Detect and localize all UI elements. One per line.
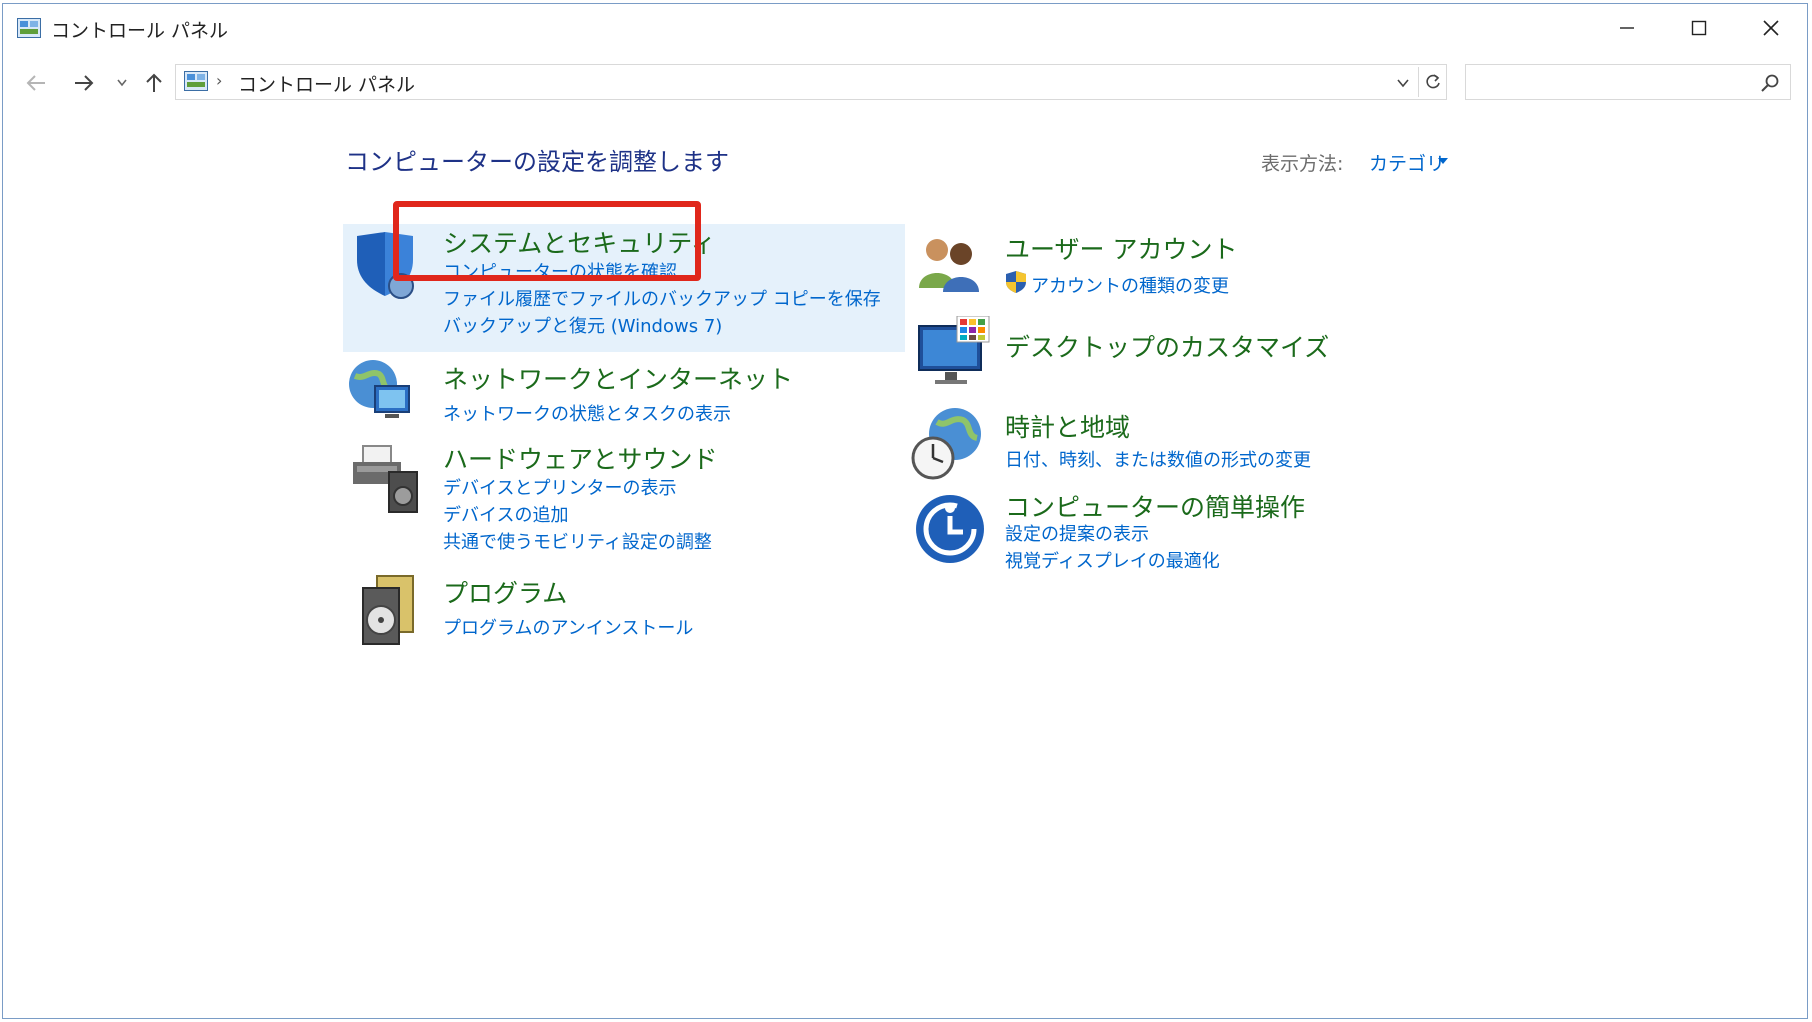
arrow-up-icon bbox=[146, 73, 162, 92]
category-title-clock-region[interactable]: 時計と地域 bbox=[1005, 408, 1130, 444]
page-heading: コンピューターの設定を調整します bbox=[345, 148, 729, 176]
category-title-user-accounts[interactable]: ユーザー アカウント bbox=[1005, 230, 1237, 266]
category-title-hardware-sound[interactable]: ハードウェアとサウンド bbox=[443, 440, 718, 476]
minimize-icon bbox=[1620, 27, 1634, 29]
printer-speaker-icon bbox=[353, 445, 418, 513]
view-by-label: 表示方法: bbox=[1261, 153, 1344, 175]
chevron-down-icon bbox=[1397, 79, 1409, 88]
category-title-desktop-customization[interactable]: デスクトップのカスタマイズ bbox=[1005, 328, 1329, 364]
link-devices-printers[interactable]: デバイスとプリンターの表示 bbox=[443, 474, 676, 500]
search-icon bbox=[1761, 74, 1779, 92]
back-button[interactable] bbox=[21, 68, 51, 98]
up-button[interactable] bbox=[139, 68, 169, 98]
link-optimize-visual-display[interactable]: 視覚ディスプレイの最適化 bbox=[1005, 547, 1220, 573]
users-icon bbox=[919, 239, 979, 292]
control-panel-window: コントロール パネル › コントロール パネル コンピューターの設定を調整します… bbox=[2, 3, 1808, 1019]
category-title-ease-of-access[interactable]: コンピューターの簡単操作 bbox=[1005, 488, 1305, 524]
search-input[interactable] bbox=[1465, 64, 1791, 100]
close-button[interactable] bbox=[1735, 4, 1807, 52]
link-add-device[interactable]: デバイスの追加 bbox=[443, 501, 568, 527]
category-title-network-internet[interactable]: ネットワークとインターネット bbox=[443, 360, 793, 396]
address-history-dropdown[interactable] bbox=[1392, 71, 1414, 95]
link-file-history-backup[interactable]: ファイル履歴でファイルのバックアップ コピーを保存 bbox=[443, 285, 881, 311]
category-title-programs[interactable]: プログラム bbox=[443, 574, 567, 610]
close-icon bbox=[1763, 20, 1779, 36]
ease-of-access-icon bbox=[916, 495, 984, 563]
refresh-button[interactable] bbox=[1418, 67, 1447, 97]
maximize-icon bbox=[1691, 20, 1707, 36]
caret-down-icon[interactable] bbox=[1437, 156, 1449, 166]
control-panel-location-icon bbox=[184, 71, 208, 91]
breadcrumb-control-panel[interactable]: コントロール パネル bbox=[238, 70, 415, 97]
arrow-left-icon bbox=[26, 75, 45, 91]
chevron-down-icon bbox=[117, 79, 127, 87]
view-by-dropdown[interactable]: カテゴリ bbox=[1369, 149, 1445, 176]
link-suggested-settings[interactable]: 設定の提案の表示 bbox=[1005, 520, 1149, 546]
clock-globe-icon bbox=[911, 408, 981, 480]
navigation-bar: › コントロール パネル bbox=[3, 60, 1807, 106]
refresh-icon bbox=[1426, 74, 1440, 89]
uac-shield-icon bbox=[1006, 271, 1026, 293]
link-date-time-format[interactable]: 日付、時刻、または数値の形式の変更 bbox=[1005, 446, 1311, 472]
annotation-highlight-box bbox=[393, 201, 701, 281]
window-title: コントロール パネル bbox=[51, 20, 229, 42]
link-uninstall-program[interactable]: プログラムのアンインストール bbox=[443, 614, 693, 640]
forward-button[interactable] bbox=[69, 68, 99, 98]
network-globe-icon bbox=[349, 360, 410, 418]
recent-locations-button[interactable] bbox=[107, 68, 137, 98]
programs-disc-icon bbox=[362, 575, 414, 645]
desktop-monitor-icon bbox=[918, 316, 990, 384]
maximize-button[interactable] bbox=[1663, 4, 1735, 52]
control-panel-app-icon bbox=[17, 18, 41, 38]
address-bar[interactable]: › コントロール パネル bbox=[175, 64, 1447, 100]
minimize-button[interactable] bbox=[1591, 4, 1663, 52]
arrow-right-icon bbox=[75, 75, 94, 91]
link-change-account-type[interactable]: アカウントの種類の変更 bbox=[1031, 272, 1229, 298]
link-network-status[interactable]: ネットワークの状態とタスクの表示 bbox=[443, 400, 731, 426]
link-mobility-settings[interactable]: 共通で使うモビリティ設定の調整 bbox=[443, 528, 712, 554]
link-backup-restore[interactable]: バックアップと復元 (Windows 7) bbox=[443, 312, 722, 338]
title-bar: コントロール パネル bbox=[3, 4, 1807, 52]
breadcrumb-separator[interactable]: › bbox=[216, 71, 222, 90]
